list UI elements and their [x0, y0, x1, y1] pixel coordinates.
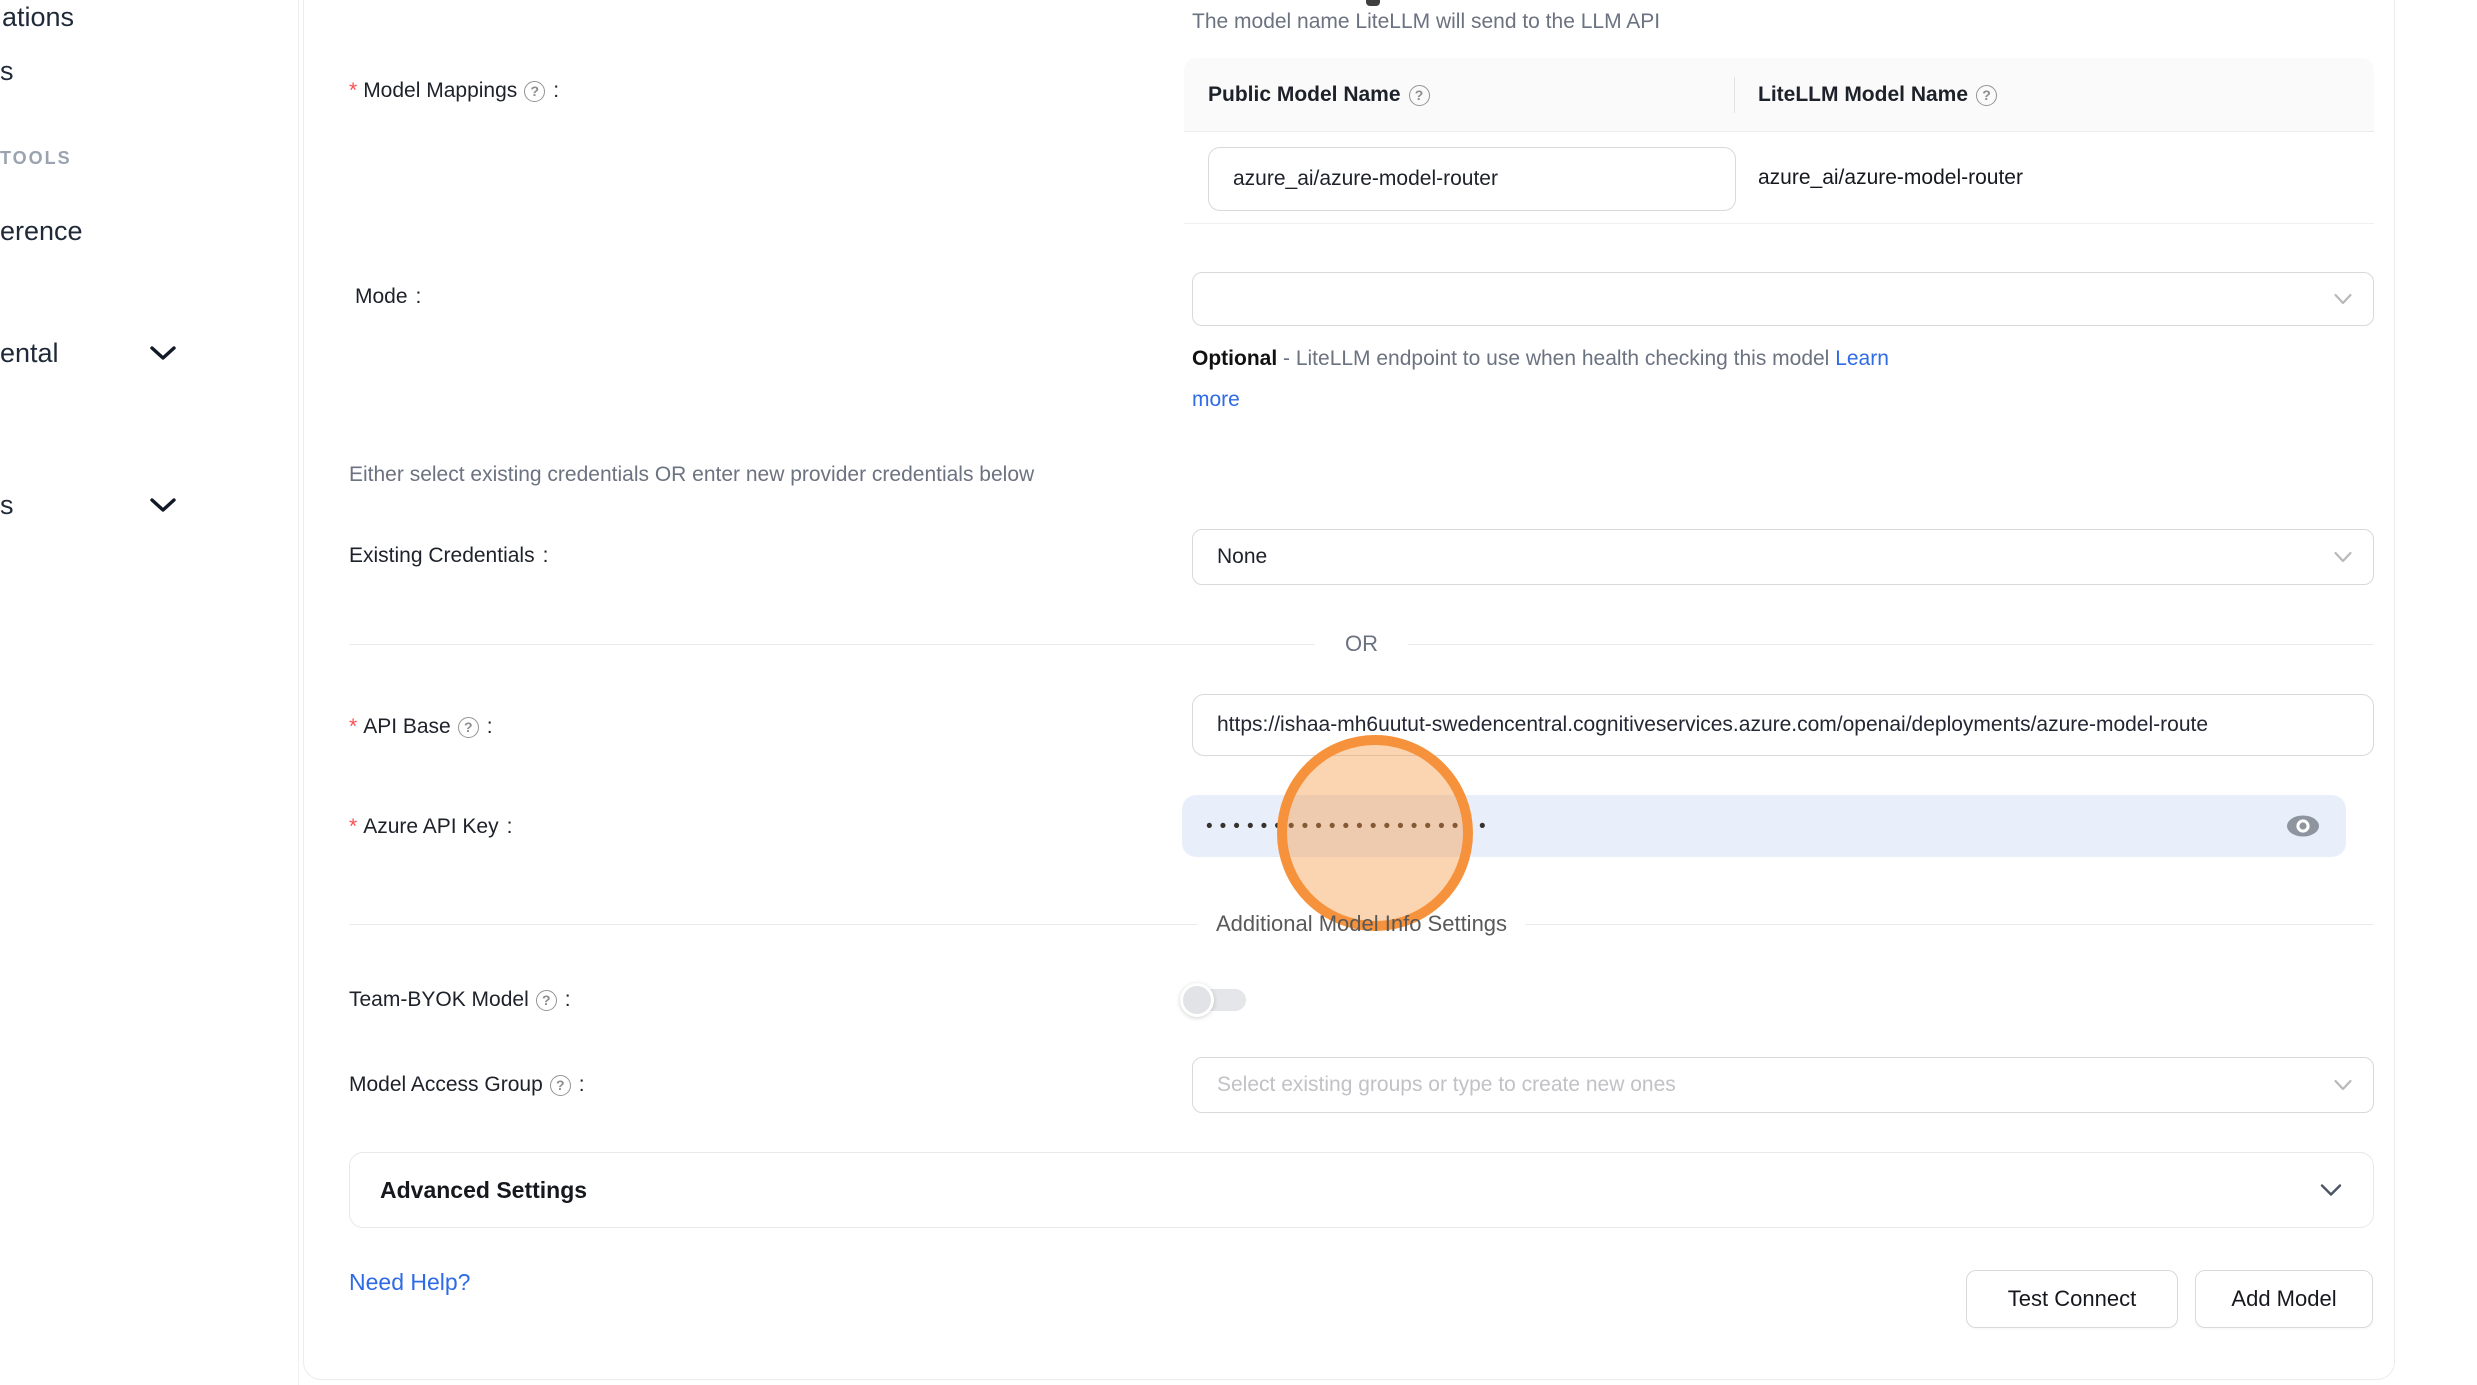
need-help-link[interactable]: Need Help?	[349, 1269, 470, 1296]
sidebar-item-organizations[interactable]: ations	[2, 2, 74, 33]
chevron-down-icon	[2333, 292, 2353, 306]
question-circle-icon[interactable]: ?	[458, 717, 479, 738]
or-divider: OR	[349, 631, 2374, 657]
label-text: Model Mappings	[363, 79, 517, 103]
credentials-note: Either select existing credentials OR en…	[349, 463, 1034, 487]
model-mappings-label: * Model Mappings ? :	[349, 75, 559, 107]
cut-off-element-fragment	[1366, 0, 1380, 6]
masked-api-key-value: •••••••••••••••••••••	[1206, 817, 1493, 836]
chevron-down-icon	[2333, 550, 2353, 564]
column-header-label: LiteLLM Model Name	[1758, 83, 1968, 107]
column-header-litellm-model-name: LiteLLM Model Name ?	[1758, 58, 1997, 132]
sidebar-item-label: s	[0, 490, 14, 520]
button-label: Test Connect	[2008, 1286, 2136, 1312]
azure-api-key-label: * Azure API Key :	[349, 811, 512, 843]
label-text: Model Access Group	[349, 1073, 543, 1097]
eye-icon[interactable]	[2286, 813, 2320, 839]
team-byok-label: Team-BYOK Model ? :	[349, 984, 571, 1016]
sidebar-item-label: erence	[0, 216, 83, 246]
optional-bold: Optional	[1192, 347, 1277, 370]
label-colon: :	[487, 715, 493, 739]
add-model-button[interactable]: Add Model	[2195, 1270, 2373, 1328]
api-base-label: * API Base ? :	[349, 711, 493, 743]
additional-settings-divider-text: Additional Model Info Settings	[1198, 911, 1525, 937]
mode-help-text-line2: more	[1192, 388, 1240, 412]
advanced-settings-panel[interactable]: Advanced Settings	[349, 1152, 2374, 1228]
column-header-public-model-name: Public Model Name ?	[1208, 58, 1430, 132]
divider-line	[1408, 644, 2374, 645]
existing-credentials-select[interactable]: None	[1192, 529, 2374, 585]
azure-api-key-input[interactable]: •••••••••••••••••••••	[1182, 795, 2346, 857]
label-text: Existing Credentials	[349, 544, 535, 568]
required-asterisk: *	[349, 715, 357, 739]
chevron-down-icon	[2333, 1078, 2353, 1092]
model-access-group-placeholder: Select existing groups or type to create…	[1217, 1073, 1676, 1097]
sidebar-divider	[298, 0, 299, 1385]
sidebar-item-label: ental	[0, 338, 59, 368]
model-access-group-select[interactable]: Select existing groups or type to create…	[1192, 1057, 2374, 1113]
learn-more-link[interactable]: more	[1192, 388, 1240, 411]
sidebar-item-experimental[interactable]: ental	[0, 338, 59, 369]
label-text: API Base	[363, 715, 451, 739]
sidebar-item-settings[interactable]: s	[0, 490, 14, 521]
model-name-helper-text: The model name LiteLLM will send to the …	[1192, 10, 1660, 34]
button-label: Add Model	[2231, 1286, 2336, 1312]
label-text: Mode	[355, 285, 408, 309]
label-colon: :	[579, 1073, 585, 1097]
question-circle-icon[interactable]: ?	[524, 81, 545, 102]
label-colon: :	[565, 988, 571, 1012]
sidebar-item-label: ations	[2, 2, 74, 32]
divider-line	[349, 644, 1315, 645]
question-circle-icon[interactable]: ?	[1409, 85, 1430, 106]
label-text: Team-BYOK Model	[349, 988, 529, 1012]
optional-text: - LiteLLM endpoint to use when health ch…	[1277, 347, 1835, 370]
mode-label: Mode :	[355, 281, 421, 313]
label-colon: :	[416, 285, 422, 309]
chevron-down-icon	[2319, 1182, 2343, 1198]
label-colon: :	[553, 79, 559, 103]
test-connect-button[interactable]: Test Connect	[1966, 1270, 2178, 1328]
additional-settings-divider: Additional Model Info Settings	[349, 911, 2374, 937]
question-circle-icon[interactable]: ?	[550, 1075, 571, 1096]
litellm-model-name-value: azure_ai/azure-model-router	[1758, 166, 2023, 190]
or-divider-text: OR	[1315, 631, 1408, 657]
api-base-input[interactable]: https://ishaa-mh6uutut-swedencentral.cog…	[1192, 694, 2374, 756]
sidebar-section-label: TOOLS	[0, 148, 72, 168]
sidebar-section-tools: TOOLS	[0, 148, 72, 169]
label-colon: :	[507, 815, 513, 839]
api-base-value: https://ishaa-mh6uutut-swedencentral.cog…	[1217, 713, 2208, 737]
public-model-name-value: azure_ai/azure-model-router	[1233, 167, 1498, 191]
sidebar-item-inference[interactable]: erence	[0, 216, 83, 247]
chevron-down-icon[interactable]	[148, 496, 178, 514]
sidebar-item-label: s	[0, 56, 14, 86]
divider-line	[349, 924, 1198, 925]
sidebar-item[interactable]: s	[0, 56, 14, 87]
mode-help-text-line1: Optional - LiteLLM endpoint to use when …	[1192, 347, 1889, 371]
mode-select[interactable]	[1192, 272, 2374, 326]
question-circle-icon[interactable]: ?	[1976, 85, 1997, 106]
team-byok-toggle[interactable]	[1180, 983, 1248, 1017]
label-colon: :	[543, 544, 549, 568]
existing-credentials-value: None	[1217, 545, 1267, 569]
column-header-label: Public Model Name	[1208, 83, 1401, 107]
advanced-settings-title: Advanced Settings	[380, 1177, 587, 1204]
learn-more-link[interactable]: Learn	[1835, 347, 1889, 370]
required-asterisk: *	[349, 815, 357, 839]
toggle-knob	[1180, 983, 1214, 1017]
model-access-group-label: Model Access Group ? :	[349, 1069, 585, 1101]
chevron-down-icon[interactable]	[148, 344, 178, 362]
header-column-divider	[1734, 77, 1735, 113]
question-circle-icon[interactable]: ?	[536, 990, 557, 1011]
add-model-page: ations s TOOLS erence ental s The model …	[0, 0, 2477, 1385]
label-text: Azure API Key	[363, 815, 498, 839]
required-asterisk: *	[349, 79, 357, 103]
existing-credentials-label: Existing Credentials :	[349, 540, 548, 572]
public-model-name-input[interactable]: azure_ai/azure-model-router	[1208, 147, 1736, 211]
divider-line	[1525, 924, 2374, 925]
